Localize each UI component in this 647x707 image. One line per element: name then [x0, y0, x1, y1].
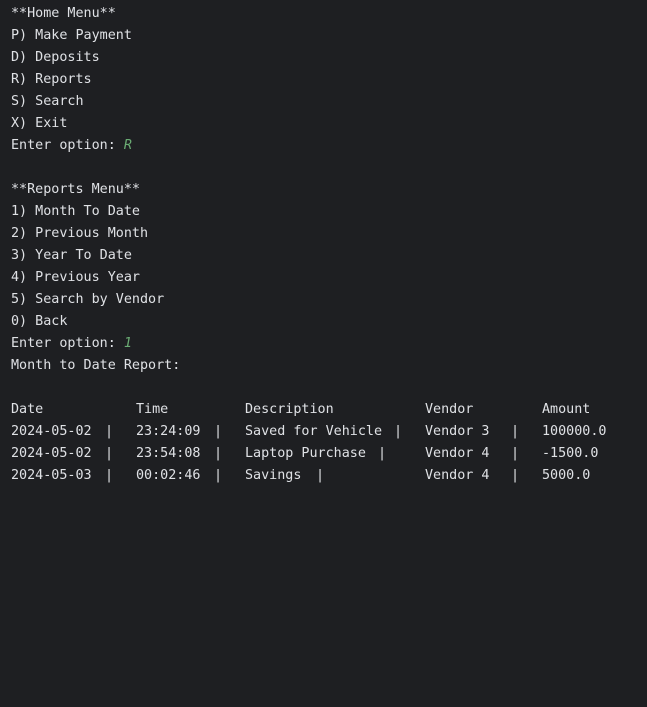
row-description: Savings	[245, 468, 302, 483]
column-separator: |	[511, 424, 520, 439]
header-date: Date	[11, 402, 44, 417]
home-menu-item-payment: P) Make Payment	[11, 28, 132, 43]
column-separator: |	[105, 424, 114, 439]
column-separator: |	[214, 468, 223, 483]
reports-menu-item-back: 0) Back	[11, 314, 68, 329]
row-description: Laptop Purchase	[245, 446, 366, 461]
home-menu-item-exit: X) Exit	[11, 116, 68, 131]
home-menu-item-reports: R) Reports	[11, 72, 92, 87]
reports-prompt-line: Enter option: 1	[11, 333, 647, 355]
header-vendor: Vendor	[425, 402, 474, 417]
row-amount: 5000.0	[542, 468, 591, 483]
reports-menu-item-previous-month: 2) Previous Month	[11, 226, 149, 241]
row-time: 23:54:08	[136, 446, 201, 461]
reports-menu-item-previous-year: 4) Previous Year	[11, 270, 140, 285]
home-menu-title: **Home Menu**	[11, 6, 116, 21]
home-prompt: Enter option:	[11, 138, 124, 153]
row-description: Saved for Vehicle	[245, 424, 383, 439]
reports-menu-item-search-vendor: 5) Search by Vendor	[11, 292, 165, 307]
column-separator: |	[378, 446, 387, 461]
row-amount: 100000.0	[542, 424, 607, 439]
row-time: 00:02:46	[136, 468, 201, 483]
home-prompt-line: Enter option: R	[11, 135, 647, 157]
reports-menu-item-year-to-date: 3) Year To Date	[11, 248, 132, 263]
report-header-row: Date Time Description Vendor Amount	[11, 399, 647, 421]
row-time: 23:24:09	[136, 424, 201, 439]
row-date: 2024-05-02	[11, 424, 92, 439]
row-vendor: Vendor 3	[425, 424, 490, 439]
console-output: **Home Menu** P) Make Payment D) Deposit…	[11, 3, 647, 487]
row-amount: -1500.0	[542, 446, 599, 461]
column-separator: |	[394, 424, 403, 439]
report-row: 2024-05-02 | 23:54:08 | Laptop Purchase …	[11, 443, 647, 465]
home-menu-item-search: S) Search	[11, 94, 84, 109]
column-separator: |	[105, 446, 114, 461]
column-separator: |	[105, 468, 114, 483]
row-vendor: Vendor 4	[425, 446, 490, 461]
header-description: Description	[245, 402, 334, 417]
report-row: 2024-05-03 | 00:02:46 | Savings | Vendor…	[11, 465, 647, 487]
column-separator: |	[511, 468, 520, 483]
report-title: Month to Date Report:	[11, 358, 181, 373]
reports-user-input: 1	[123, 336, 132, 351]
home-menu-item-deposits: D) Deposits	[11, 50, 100, 65]
home-user-input: R	[123, 138, 132, 153]
column-separator: |	[511, 446, 520, 461]
header-amount: Amount	[542, 402, 591, 417]
header-time: Time	[136, 402, 169, 417]
column-separator: |	[214, 424, 223, 439]
column-separator: |	[214, 446, 223, 461]
row-date: 2024-05-02	[11, 446, 92, 461]
row-vendor: Vendor 4	[425, 468, 490, 483]
row-date: 2024-05-03	[11, 468, 92, 483]
reports-prompt: Enter option:	[11, 336, 124, 351]
reports-menu-item-month-to-date: 1) Month To Date	[11, 204, 140, 219]
column-separator: |	[316, 468, 325, 483]
reports-menu-title: **Reports Menu**	[11, 182, 140, 197]
report-row: 2024-05-02 | 23:24:09 | Saved for Vehicl…	[11, 421, 647, 443]
